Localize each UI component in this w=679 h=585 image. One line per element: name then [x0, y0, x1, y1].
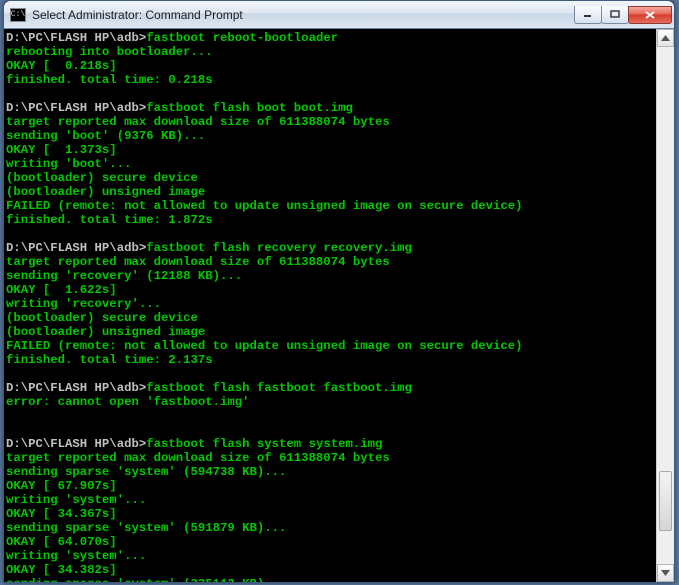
- chevron-up-icon: [661, 35, 670, 41]
- terminal-line: D:\PC\FLASH HP\adb>fastboot flash boot b…: [6, 101, 656, 115]
- terminal-line: (bootloader) unsigned image: [6, 325, 656, 339]
- close-icon: [644, 10, 656, 20]
- terminal-line: (bootloader) secure device: [6, 171, 656, 185]
- terminal-line: OKAY [ 67.907s]: [6, 479, 656, 493]
- terminal-line: OKAY [ 1.622s]: [6, 283, 656, 297]
- terminal-blank-line: [6, 423, 656, 437]
- minimize-icon: [583, 10, 593, 18]
- terminal-line: OKAY [ 64.070s]: [6, 535, 656, 549]
- terminal-line: sending sparse 'system' (594738 KB)...: [6, 465, 656, 479]
- terminal-line: finished. total time: 1.872s: [6, 213, 656, 227]
- scroll-track[interactable]: [657, 47, 674, 564]
- terminal-line: (bootloader) secure device: [6, 311, 656, 325]
- terminal-line: D:\PC\FLASH HP\adb>fastboot flash recove…: [6, 241, 656, 255]
- minimize-button[interactable]: [574, 6, 602, 24]
- terminal-blank-line: [6, 367, 656, 381]
- scroll-up-button[interactable]: [657, 29, 674, 47]
- terminal-line: sending 'boot' (9376 KB)...: [6, 129, 656, 143]
- terminal-blank-line: [6, 227, 656, 241]
- terminal-line: (bootloader) unsigned image: [6, 185, 656, 199]
- terminal-line: error: cannot open 'fastboot.img': [6, 395, 656, 409]
- terminal-line: FAILED (remote: not allowed to update un…: [6, 339, 656, 353]
- terminal-line: sending sparse 'system' (335112 KB)...: [6, 577, 656, 582]
- titlebar[interactable]: C:\ Select Administrator: Command Prompt: [4, 1, 674, 29]
- terminal-line: D:\PC\FLASH HP\adb>fastboot reboot-bootl…: [6, 31, 656, 45]
- close-button[interactable]: [628, 6, 672, 24]
- command-prompt-window: C:\ Select Administrator: Command Prompt…: [3, 0, 675, 583]
- scroll-down-button[interactable]: [657, 564, 674, 582]
- terminal-line: writing 'recovery'...: [6, 297, 656, 311]
- terminal-line: writing 'boot'...: [6, 157, 656, 171]
- terminal-line: finished. total time: 0.218s: [6, 73, 656, 87]
- terminal-line: OKAY [ 1.373s]: [6, 143, 656, 157]
- terminal-line: D:\PC\FLASH HP\adb>fastboot flash system…: [6, 437, 656, 451]
- maximize-icon: [610, 10, 620, 18]
- terminal-line: finished. total time: 2.137s: [6, 353, 656, 367]
- terminal-line: OKAY [ 34.382s]: [6, 563, 656, 577]
- terminal-line: sending 'recovery' (12188 KB)...: [6, 269, 656, 283]
- chevron-down-icon: [661, 570, 670, 576]
- window-title: Select Administrator: Command Prompt: [32, 8, 575, 22]
- app-icon: C:\: [10, 8, 26, 22]
- terminal-line: OKAY [ 0.218s]: [6, 59, 656, 73]
- window-buttons: [575, 6, 672, 24]
- terminal-blank-line: [6, 87, 656, 101]
- maximize-button[interactable]: [601, 6, 629, 24]
- terminal-line: sending sparse 'system' (591879 KB)...: [6, 521, 656, 535]
- terminal-line: writing 'system'...: [6, 493, 656, 507]
- terminal-line: D:\PC\FLASH HP\adb>fastboot flash fastbo…: [6, 381, 656, 395]
- vertical-scrollbar[interactable]: [656, 29, 674, 582]
- terminal-line: rebooting into bootloader...: [6, 45, 656, 59]
- terminal-line: target reported max download size of 611…: [6, 451, 656, 465]
- app-icon-label: C:\: [11, 11, 25, 19]
- terminal-blank-line: [6, 409, 656, 423]
- scroll-thumb[interactable]: [659, 471, 672, 531]
- terminal-line: target reported max download size of 611…: [6, 255, 656, 269]
- terminal-output[interactable]: D:\PC\FLASH HP\adb>fastboot reboot-bootl…: [4, 29, 656, 582]
- client-area: D:\PC\FLASH HP\adb>fastboot reboot-bootl…: [4, 29, 674, 582]
- terminal-line: writing 'system'...: [6, 549, 656, 563]
- terminal-line: OKAY [ 34.367s]: [6, 507, 656, 521]
- terminal-line: FAILED (remote: not allowed to update un…: [6, 199, 656, 213]
- terminal-line: target reported max download size of 611…: [6, 115, 656, 129]
